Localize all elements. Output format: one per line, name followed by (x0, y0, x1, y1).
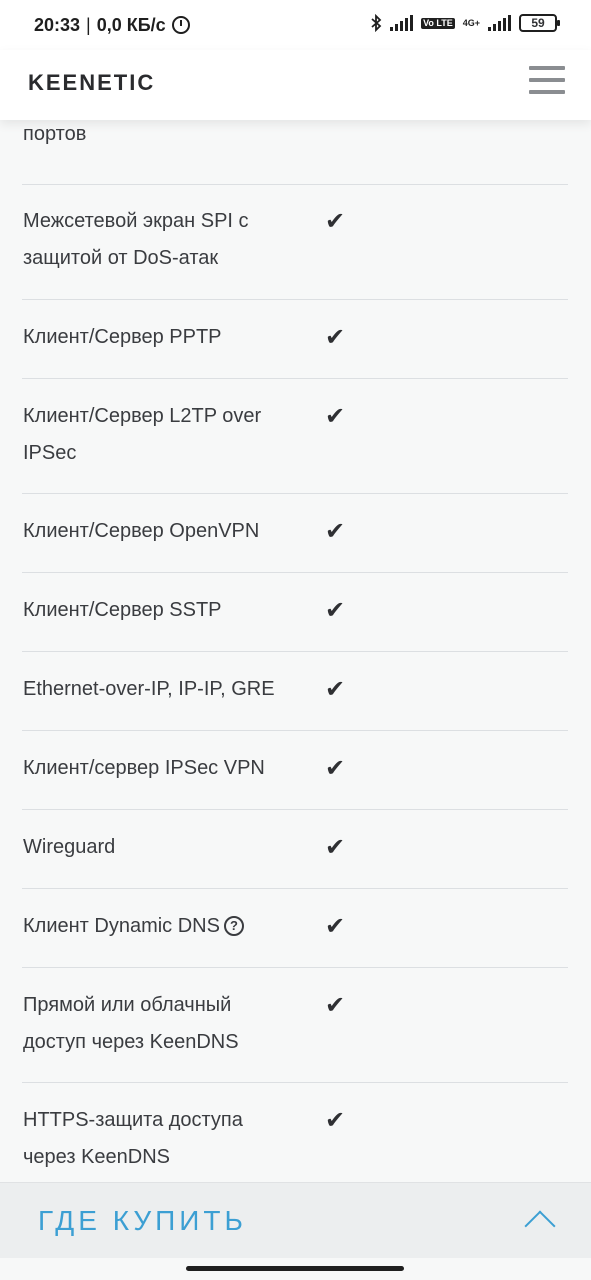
feature-name: Клиент/Сервер SSTP (23, 599, 222, 621)
status-separator: | (86, 14, 91, 35)
check-icon: ✔ (325, 676, 346, 703)
feature-table: портов Межсетевой экран SPI с защитой от… (22, 120, 568, 1182)
check-icon: ✔ (325, 834, 346, 861)
feature-name: HTTPS-защита доступа через KeenDNS (23, 1109, 243, 1168)
check-icon: ✔ (325, 518, 346, 545)
feature-row: портов (22, 120, 568, 185)
check-icon: ✔ (325, 1107, 346, 1134)
feature-row: Прямой или облачный доступ через KeenDNS… (22, 968, 568, 1083)
feature-row: Клиент Dynamic DNS? ✔ (22, 889, 568, 968)
feature-name: портов (23, 123, 87, 145)
chevron-up-icon[interactable] (524, 1210, 556, 1242)
battery-level: 59 (531, 16, 545, 30)
gesture-nav-handle[interactable] (186, 1266, 404, 1271)
check-icon: ✔ (325, 992, 346, 1019)
check-icon: ✔ (325, 324, 346, 351)
cell-signal-icon (488, 15, 511, 31)
feature-row: HTTPS-защита доступа через KeenDNS ✔ (22, 1083, 568, 1182)
bluetooth-icon (371, 14, 382, 32)
wifi-signal-icon (390, 15, 414, 31)
site-header: KEENETIC (0, 50, 591, 120)
status-time: 20:33 (34, 14, 81, 35)
feature-name: Прямой или облачный доступ через KeenDNS (23, 994, 239, 1053)
feature-name-text: Клиент Dynamic DNS (23, 915, 220, 937)
feature-row: Клиент/сервер IPSec VPN ✔ (22, 731, 568, 810)
network-type-label: 4G+ (462, 18, 480, 28)
check-icon: ✔ (325, 208, 346, 235)
feature-row: Клиент/Сервер PPTP ✔ (22, 300, 568, 379)
feature-name: Клиент/сервер IPSec VPN (23, 757, 265, 779)
where-to-buy-bar[interactable]: ГДЕ КУПИТЬ (0, 1182, 591, 1258)
where-to-buy-label[interactable]: ГДЕ КУПИТЬ (38, 1205, 247, 1237)
menu-icon[interactable] (529, 66, 565, 94)
status-right: Vo LTE 4G+ 59 (370, 14, 560, 32)
check-icon: ✔ (325, 755, 346, 782)
feature-row: Ethernet-over-IP, IP-IP, GRE ✔ (22, 652, 568, 731)
volte-icon: Vo LTE (421, 17, 455, 29)
check-icon: ✔ (325, 597, 346, 624)
feature-name: Клиент/Сервер OpenVPN (23, 520, 260, 542)
feature-row: Wireguard ✔ (22, 810, 568, 889)
feature-row: Клиент/Сервер L2TP over IPSec ✔ (22, 379, 568, 494)
feature-name: Клиент/Сервер L2TP over IPSec (23, 405, 262, 464)
feature-name: Межсетевой экран SPI с защитой от DoS-ат… (23, 210, 249, 269)
help-icon[interactable]: ? (223, 915, 244, 936)
alarm-icon (171, 16, 190, 34)
check-icon: ✔ (325, 913, 346, 940)
feature-row: Межсетевой экран SPI с защитой от DoS-ат… (22, 185, 568, 300)
keenetic-logo[interactable]: KEENETIC (28, 70, 155, 96)
feature-name: Клиент Dynamic DNS? (23, 908, 293, 945)
status-left: 20:33 | 0,0 КБ/с (34, 15, 190, 36)
feature-name: Wireguard (23, 836, 116, 858)
check-icon: ✔ (325, 403, 346, 430)
feature-row: Клиент/Сервер SSTP ✔ (22, 573, 568, 652)
feature-name: Клиент/Сервер PPTP (23, 326, 222, 348)
battery-icon: 59 (519, 14, 560, 32)
status-bar: 20:33 | 0,0 КБ/с Vo LTE 4G+ 59 (0, 0, 591, 50)
feature-row: Клиент/Сервер OpenVPN ✔ (22, 494, 568, 573)
feature-name: Ethernet-over-IP, IP-IP, GRE (23, 678, 275, 700)
status-network-speed: 0,0 КБ/с (96, 14, 166, 35)
